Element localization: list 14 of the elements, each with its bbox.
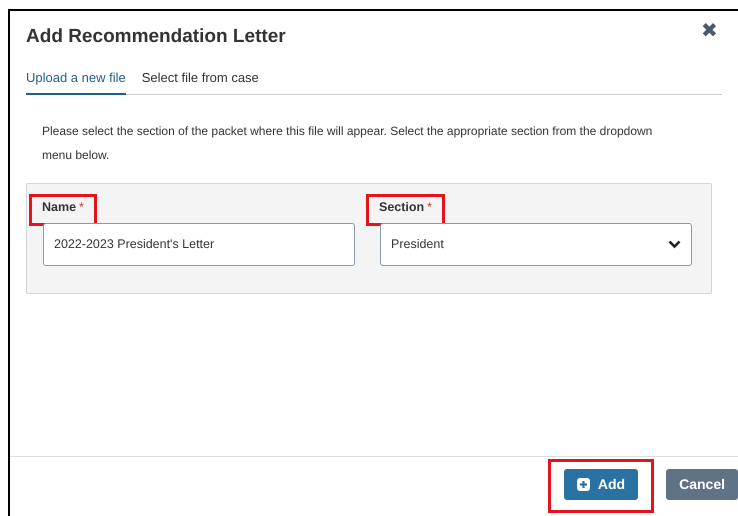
name-input[interactable]: 2022-2023 President's Letter (43, 223, 355, 266)
tab[interactable]: Upload a new file (26, 68, 126, 95)
add-button[interactable]: Add (564, 469, 638, 500)
cancel-button[interactable]: Cancel (666, 469, 738, 500)
dialog-title: Add Recommendation Letter (26, 25, 286, 49)
required-mark: * (79, 200, 84, 214)
label-text: Name (42, 200, 76, 214)
instruction-text: Please select the section of the packet where this file will appear. Select the appropriate section from the dropdown menu below. (42, 123, 654, 164)
section-dropdown[interactable]: President (380, 223, 692, 266)
chevron-down-icon (668, 240, 681, 249)
plus-icon (576, 478, 590, 491)
tab[interactable]: Select file from case (142, 68, 259, 95)
required-mark: * (427, 200, 432, 214)
label-text: Section (379, 200, 424, 214)
